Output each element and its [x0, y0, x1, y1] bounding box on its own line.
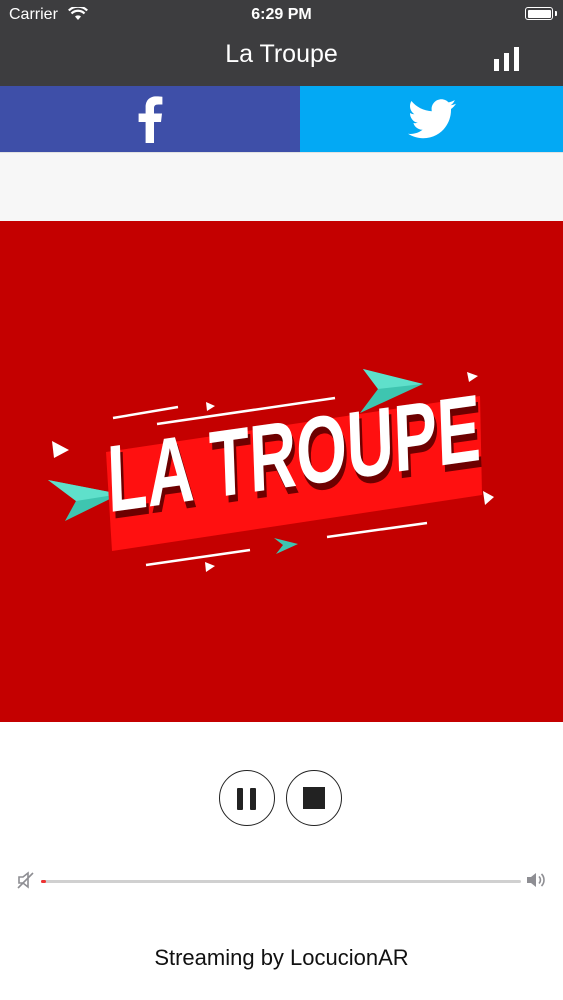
volume-up-icon: [527, 873, 545, 887]
status-time: 6:29 PM: [251, 6, 312, 23]
battery-icon: [525, 7, 557, 20]
page-title: La Troupe: [225, 40, 338, 68]
volume-slider-fill: [41, 880, 46, 883]
twitter-icon: [407, 99, 456, 139]
stop-icon: [303, 787, 325, 809]
social-bar: [0, 86, 563, 152]
stop-button[interactable]: [286, 770, 342, 826]
volume-control: [0, 868, 563, 892]
volume-slider[interactable]: [41, 880, 521, 883]
streaming-credit: Streaming by LocucionAR: [154, 945, 409, 970]
station-logo: LA TROUPE LA TROUPE: [0, 221, 563, 722]
banner-spacer: [0, 152, 563, 221]
app-screen: Carrier 6:29 PM La Troupe LA TROUPE LA T…: [0, 0, 563, 1000]
pause-button[interactable]: [219, 770, 275, 826]
player-controls: [0, 770, 563, 830]
facebook-button[interactable]: [0, 86, 300, 152]
volume-mute-icon: [17, 871, 34, 889]
facebook-icon: [138, 96, 163, 143]
twitter-button[interactable]: [300, 86, 563, 152]
top-bar: Carrier 6:29 PM La Troupe: [0, 0, 563, 86]
logo-artwork: LA TROUPE LA TROUPE: [48, 369, 494, 572]
bar-chart-icon[interactable]: [494, 47, 522, 71]
